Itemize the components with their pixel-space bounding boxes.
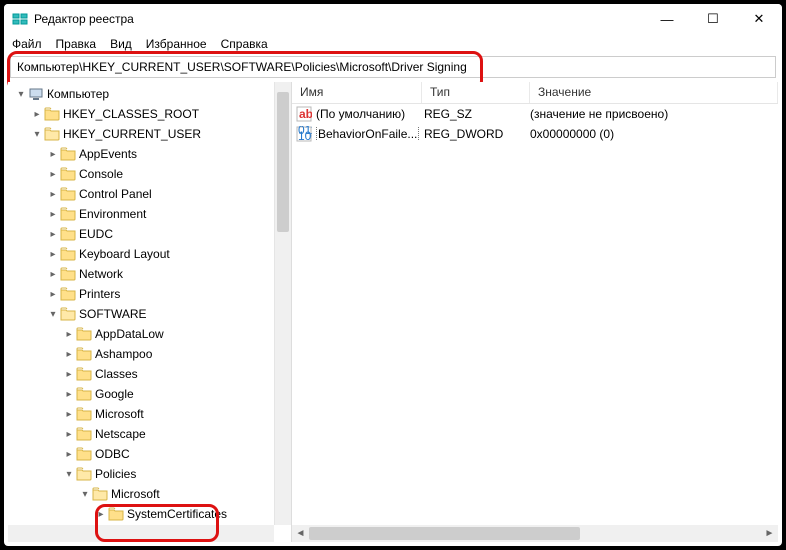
menu-favorites[interactable]: Избранное [146,37,207,51]
tree-vertical-scrollbar[interactable] [274,82,291,525]
expand-icon[interactable]: ▸ [62,369,76,380]
close-button[interactable]: ✕ [736,4,782,34]
registry-tree[interactable]: ▾Компьютер▸HKEY_CLASSES_ROOT▾HKEY_CURREN… [8,82,274,525]
value-name: BehaviorOnFaile... [316,127,424,141]
tree-horizontal-scrollbar[interactable] [8,525,274,542]
expand-icon[interactable]: ▾ [14,89,28,100]
value-type: REG_DWORD [424,127,530,141]
expand-icon[interactable]: ▸ [62,349,76,360]
expand-icon[interactable]: ▸ [30,109,44,120]
window-title: Редактор реестра [34,12,644,26]
expand-icon[interactable]: ▸ [46,149,60,160]
column-headers[interactable]: Имя Тип Значение [292,82,778,104]
col-type[interactable]: Тип [422,82,530,103]
address-bar[interactable]: Компьютер\HKEY_CURRENT_USER\SOFTWARE\Pol… [10,56,776,78]
maximize-button[interactable]: ☐ [690,4,736,34]
regedit-icon [12,11,28,27]
expand-icon[interactable]: ▸ [46,289,60,300]
scroll-left-icon[interactable]: ◄ [292,528,309,539]
tree-item-netscape[interactable]: ▸Netscape [8,424,274,444]
expand-icon[interactable]: ▸ [46,269,60,280]
expand-icon[interactable]: ▸ [46,209,60,220]
col-value[interactable]: Значение [530,82,778,103]
tree-item-classes[interactable]: ▸Classes [8,364,274,384]
expand-icon[interactable]: ▸ [62,329,76,340]
tree-software[interactable]: ▾SOFTWARE [8,304,274,324]
menubar: Файл Правка Вид Избранное Справка [4,34,782,54]
expand-icon[interactable]: ▸ [46,249,60,260]
tree-microsoft[interactable]: ▾Microsoft [8,484,274,504]
tree-item-printers[interactable]: ▸Printers [8,284,274,304]
value-row[interactable]: ab (По умолчанию)REG_SZ(значение не присв… [292,104,778,124]
svg-text:1001: 1001 [298,129,312,142]
expand-icon[interactable]: ▸ [46,229,60,240]
menu-help[interactable]: Справка [221,37,268,51]
expand-icon[interactable]: ▸ [94,509,108,520]
tree-item-odbc[interactable]: ▸ODBC [8,444,274,464]
col-name[interactable]: Имя [292,82,422,103]
list-horizontal-scrollbar[interactable]: ◄ ► [292,525,778,542]
tree-hkcr[interactable]: ▸HKEY_CLASSES_ROOT [8,104,274,124]
expand-icon[interactable]: ▸ [62,389,76,400]
tree-systemcertificates[interactable]: ▸SystemCertificates [8,504,274,524]
tree-item-appevents[interactable]: ▸AppEvents [8,144,274,164]
value-name: (По умолчанию) [316,107,424,121]
menu-view[interactable]: Вид [110,37,132,51]
tree-item-control-panel[interactable]: ▸Control Panel [8,184,274,204]
tree-item-environment[interactable]: ▸Environment [8,204,274,224]
tree-item-keyboard-layout[interactable]: ▸Keyboard Layout [8,244,274,264]
values-list-pane: Имя Тип Значение ab (По умолчанию)REG_SZ(… [292,82,778,542]
tree-computer[interactable]: ▾Компьютер [8,84,274,104]
expand-icon[interactable]: ▾ [46,309,60,320]
expand-icon[interactable]: ▸ [46,169,60,180]
tree-item-appdatalow[interactable]: ▸AppDataLow [8,324,274,344]
value-type: REG_SZ [424,107,530,121]
expand-icon[interactable]: ▸ [62,449,76,460]
expand-icon[interactable]: ▾ [30,129,44,140]
svg-text:ab: ab [299,107,312,121]
values-list[interactable]: ab (По умолчанию)REG_SZ(значение не присв… [292,104,778,144]
minimize-button[interactable]: — [644,4,690,34]
tree-hkcu[interactable]: ▾HKEY_CURRENT_USER [8,124,274,144]
address-text: Компьютер\HKEY_CURRENT_USER\SOFTWARE\Pol… [17,60,467,74]
scroll-right-icon[interactable]: ► [761,528,778,539]
value-row[interactable]: 01101001BehaviorOnFaile...REG_DWORD0x000… [292,124,778,144]
tree-item-ashampoo[interactable]: ▸Ashampoo [8,344,274,364]
tree-pane: ▾Компьютер▸HKEY_CLASSES_ROOT▾HKEY_CURREN… [8,82,292,542]
expand-icon[interactable]: ▸ [46,189,60,200]
expand-icon[interactable]: ▾ [78,489,92,500]
value-data: (значение не присвоено) [530,107,668,121]
tree-item-microsoft[interactable]: ▸Microsoft [8,404,274,424]
menu-edit[interactable]: Правка [56,37,97,51]
titlebar: Редактор реестра — ☐ ✕ [4,4,782,34]
tree-item-google[interactable]: ▸Google [8,384,274,404]
expand-icon[interactable]: ▾ [62,469,76,480]
value-data: 0x00000000 (0) [530,127,614,141]
window-buttons: — ☐ ✕ [644,4,782,34]
tree-policies[interactable]: ▾Policies [8,464,274,484]
expand-icon[interactable]: ▸ [62,429,76,440]
tree-item-console[interactable]: ▸Console [8,164,274,184]
tree-item-eudc[interactable]: ▸EUDC [8,224,274,244]
tree-item-network[interactable]: ▸Network [8,264,274,284]
expand-icon[interactable]: ▸ [62,409,76,420]
menu-file[interactable]: Файл [12,37,42,51]
